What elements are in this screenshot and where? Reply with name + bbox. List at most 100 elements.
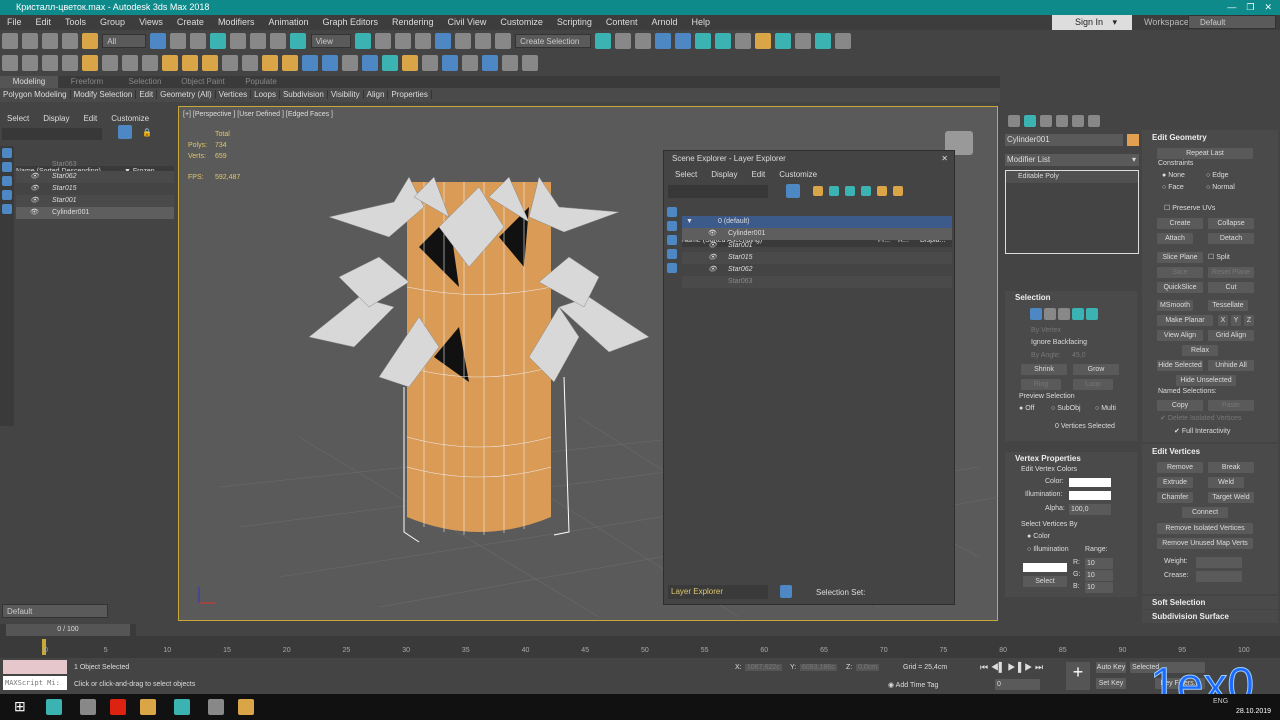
expand-icon[interactable]: ▼ [686, 216, 693, 228]
ring-button[interactable]: Ring [1021, 379, 1061, 390]
angle-spinner[interactable]: 45,0 [1072, 352, 1086, 359]
stack-item-editable-poly[interactable]: Editable Poly [1006, 171, 1138, 183]
clip-icon[interactable] [502, 55, 518, 71]
preview-off-radio[interactable]: ● Off [1019, 405, 1034, 412]
material-editor-icon[interactable] [22, 55, 38, 71]
explorer-menu-edit[interactable]: Edit [751, 170, 765, 179]
disc-icon[interactable] [202, 55, 218, 71]
repeat-last-button[interactable]: Repeat Last [1157, 148, 1253, 159]
yarn-icon[interactable] [422, 55, 438, 71]
constraint-normal-radio[interactable]: ○ Normal [1206, 184, 1235, 191]
set-key-plus-icon[interactable]: + [1066, 662, 1090, 690]
preview-multi-radio[interactable]: ○ Multi [1095, 405, 1116, 412]
render-region-icon[interactable] [482, 55, 498, 71]
menu-group[interactable]: Group [100, 17, 125, 27]
edit-vertices-title[interactable]: Edit Vertices [1152, 447, 1200, 456]
cone-icon[interactable] [242, 55, 258, 71]
r-spinner[interactable]: 10 [1085, 558, 1113, 569]
chamfer-button[interactable]: Chamfer [1157, 492, 1193, 503]
scene-explorer-icon[interactable] [655, 33, 672, 49]
filter-geometry-icon[interactable] [2, 148, 12, 158]
ignore-backfacing-checkbox[interactable]: Ignore Backfacing [1031, 339, 1087, 346]
particles-icon[interactable] [362, 55, 378, 71]
window-crossing-icon[interactable] [210, 33, 227, 49]
menu-modifiers[interactable]: Modifiers [218, 17, 255, 27]
menu-help[interactable]: Help [691, 17, 710, 27]
set-key-button[interactable]: Set Key [1096, 678, 1126, 689]
remove-isolated-vertices-button[interactable]: Remove Isolated Vertices [1157, 523, 1253, 534]
eye-icon[interactable]: 👁 [708, 252, 717, 264]
by-illumination-radio[interactable]: ○ Illumination [1027, 546, 1069, 553]
auto-key-button[interactable]: Auto Key [1096, 662, 1126, 673]
x-coordinate[interactable]: 1067,622c [745, 664, 782, 671]
molecule-icon[interactable] [322, 55, 338, 71]
remove-unused-map-verts-button[interactable]: Remove Unused Map Verts [1157, 538, 1253, 549]
viewport-layout-icon[interactable] [835, 33, 852, 49]
ribbon-align[interactable]: Align [363, 90, 389, 99]
crease-spinner[interactable] [1196, 571, 1242, 582]
link-icon[interactable] [42, 33, 58, 49]
current-frame-spinner[interactable]: 0 [995, 679, 1040, 690]
ribbon-vertices[interactable]: Vertices [215, 90, 252, 99]
manipulate-icon[interactable] [374, 33, 391, 49]
vertex-color-swatch[interactable] [1069, 478, 1111, 487]
film-icon[interactable] [142, 55, 158, 71]
g-spinner[interactable]: 10 [1085, 570, 1113, 581]
left-menu-edit[interactable]: Edit [83, 114, 97, 123]
object-color-swatch[interactable] [1127, 134, 1139, 146]
slice-plane-button[interactable]: Slice Plane [1157, 252, 1203, 263]
bake-icon[interactable] [462, 55, 478, 71]
quickslice-button[interactable]: QuickSlice [1157, 282, 1203, 293]
add-time-tag-button[interactable]: ◉ Add Time Tag [888, 681, 938, 689]
subdivision-surface-rollout[interactable]: Subdivision Surface [1142, 610, 1278, 623]
select-by-name-icon[interactable] [170, 33, 187, 49]
ribbon-loops[interactable]: Loops [251, 90, 280, 99]
create-tab-icon[interactable] [1008, 115, 1020, 127]
light-icon[interactable] [82, 55, 98, 71]
grass-icon[interactable] [382, 55, 398, 71]
time-slider[interactable]: 0 / 100 [0, 624, 136, 636]
explorer-icon[interactable] [140, 699, 156, 715]
tree-item[interactable]: 👁 Star015 [682, 252, 952, 264]
menu-views[interactable]: Views [139, 17, 163, 27]
view-align-button[interactable]: View Align [1157, 330, 1203, 341]
pattern-icon[interactable] [302, 55, 318, 71]
render-setup-icon[interactable] [755, 33, 772, 49]
time-slider-frame[interactable]: 0 / 100 [6, 624, 130, 636]
filter-lights-icon[interactable] [667, 235, 677, 245]
weight-spinner[interactable] [1196, 557, 1242, 568]
clock-date[interactable]: 28.10.2019 [1236, 708, 1271, 715]
list-icon[interactable] [42, 55, 58, 71]
list-item[interactable]: 👁 Star015 [16, 183, 174, 195]
utilities-tab-icon[interactable] [1088, 115, 1100, 127]
loop-button[interactable]: Loop [1073, 379, 1113, 390]
left-menu-display[interactable]: Display [43, 114, 69, 123]
menu-edit[interactable]: Edit [36, 17, 52, 27]
explorer-filter-icon[interactable] [786, 184, 800, 198]
hide-unselected-button[interactable]: Hide Unselected [1176, 375, 1236, 386]
add-to-layer-icon[interactable] [893, 186, 903, 196]
sky-icon[interactable] [282, 55, 298, 71]
create-layer-icon[interactable] [813, 186, 823, 196]
placement-icon[interactable] [290, 33, 307, 49]
paste-button[interactable]: Paste [1208, 400, 1254, 411]
filter-shapes-icon[interactable] [667, 221, 677, 231]
soft-selection-title[interactable]: Soft Selection [1152, 598, 1205, 607]
extrude-button[interactable]: Extrude [1157, 477, 1193, 488]
workspaces-dropdown[interactable]: Default [1188, 15, 1276, 29]
select-object-icon[interactable] [150, 33, 167, 49]
hide-selected-button[interactable]: Hide Selected [1157, 360, 1203, 371]
box-icon[interactable] [162, 55, 178, 71]
attach-button[interactable]: Attach [1157, 233, 1193, 244]
named-selection-sets-dropdown[interactable]: Create Selection Se [515, 34, 592, 60]
eye-icon[interactable]: 👁 [30, 171, 39, 183]
layer-mode-icon[interactable] [780, 585, 792, 598]
teapot2-icon[interactable] [222, 55, 238, 71]
split-checkbox[interactable]: ☐ Split [1208, 253, 1230, 261]
angle-snap-icon[interactable] [434, 33, 451, 49]
planar-z-button[interactable]: Z [1244, 315, 1254, 326]
select-by-color-button[interactable]: Select [1023, 576, 1067, 587]
detach-button[interactable]: Detach [1208, 233, 1254, 244]
select-color-swatch[interactable] [1023, 563, 1067, 572]
camera-icon[interactable] [102, 55, 118, 71]
